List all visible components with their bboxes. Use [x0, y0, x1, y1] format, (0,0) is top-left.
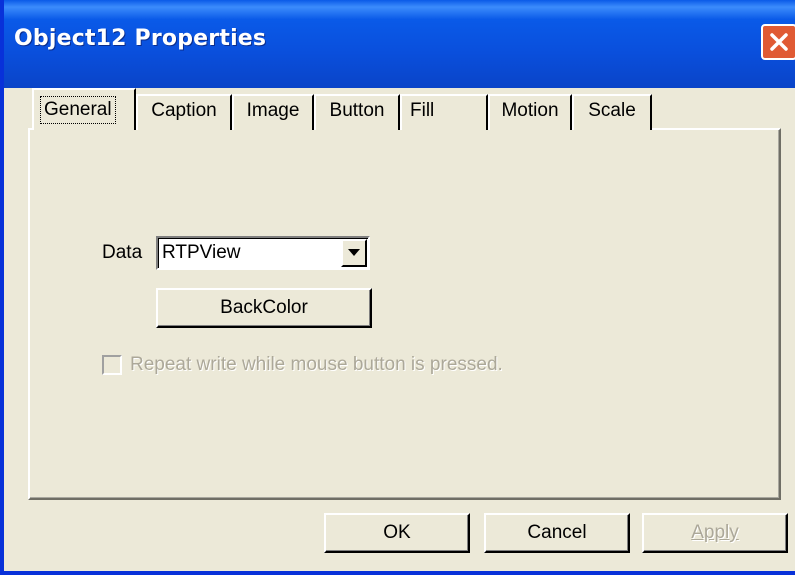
window-title: Object12 Properties [14, 26, 267, 51]
tab-caption-label: Caption [151, 100, 217, 121]
tab-scale[interactable]: Scale [572, 94, 652, 130]
tab-button[interactable]: Button [314, 94, 400, 130]
tab-panel-general: Data RTPView BackColor Repeat write whil… [28, 128, 781, 500]
properties-dialog: Object12 Properties Data RTPView BackCol… [0, 0, 795, 575]
close-button[interactable] [761, 24, 795, 60]
ok-button[interactable]: OK [324, 513, 470, 553]
dialog-client-area: Data RTPView BackColor Repeat write whil… [8, 88, 795, 571]
tab-fill-label: Fill [410, 100, 435, 121]
repeat-write-checkbox[interactable] [102, 355, 122, 375]
tab-button-label: Button [329, 100, 385, 121]
data-select-dropdown-button[interactable] [341, 239, 367, 267]
data-label: Data [102, 242, 143, 263]
tab-caption[interactable]: Caption [136, 94, 232, 130]
data-select-value: RTPView [162, 242, 241, 264]
tab-image-label: Image [246, 100, 300, 121]
tab-motion[interactable]: Motion [488, 94, 572, 130]
apply-button[interactable]: Apply [642, 513, 788, 553]
tab-image[interactable]: Image [232, 94, 314, 130]
backcolor-button[interactable]: BackColor [156, 288, 372, 328]
data-select[interactable]: RTPView [156, 236, 370, 270]
chevron-down-icon [348, 249, 360, 256]
tab-scale-label: Scale [588, 100, 636, 121]
cancel-button[interactable]: Cancel [484, 513, 630, 553]
tab-general[interactable]: General [32, 88, 136, 130]
close-icon [770, 33, 788, 51]
title-bar[interactable]: Object12 Properties [4, 0, 795, 88]
repeat-write-option[interactable]: Repeat write while mouse button is press… [102, 352, 503, 378]
tab-general-label: General [40, 96, 116, 124]
apply-button-label: Apply [691, 522, 739, 543]
tab-motion-label: Motion [501, 100, 559, 121]
repeat-write-label: Repeat write while mouse button is press… [130, 354, 503, 375]
tab-fill[interactable]: Fill [400, 94, 488, 130]
